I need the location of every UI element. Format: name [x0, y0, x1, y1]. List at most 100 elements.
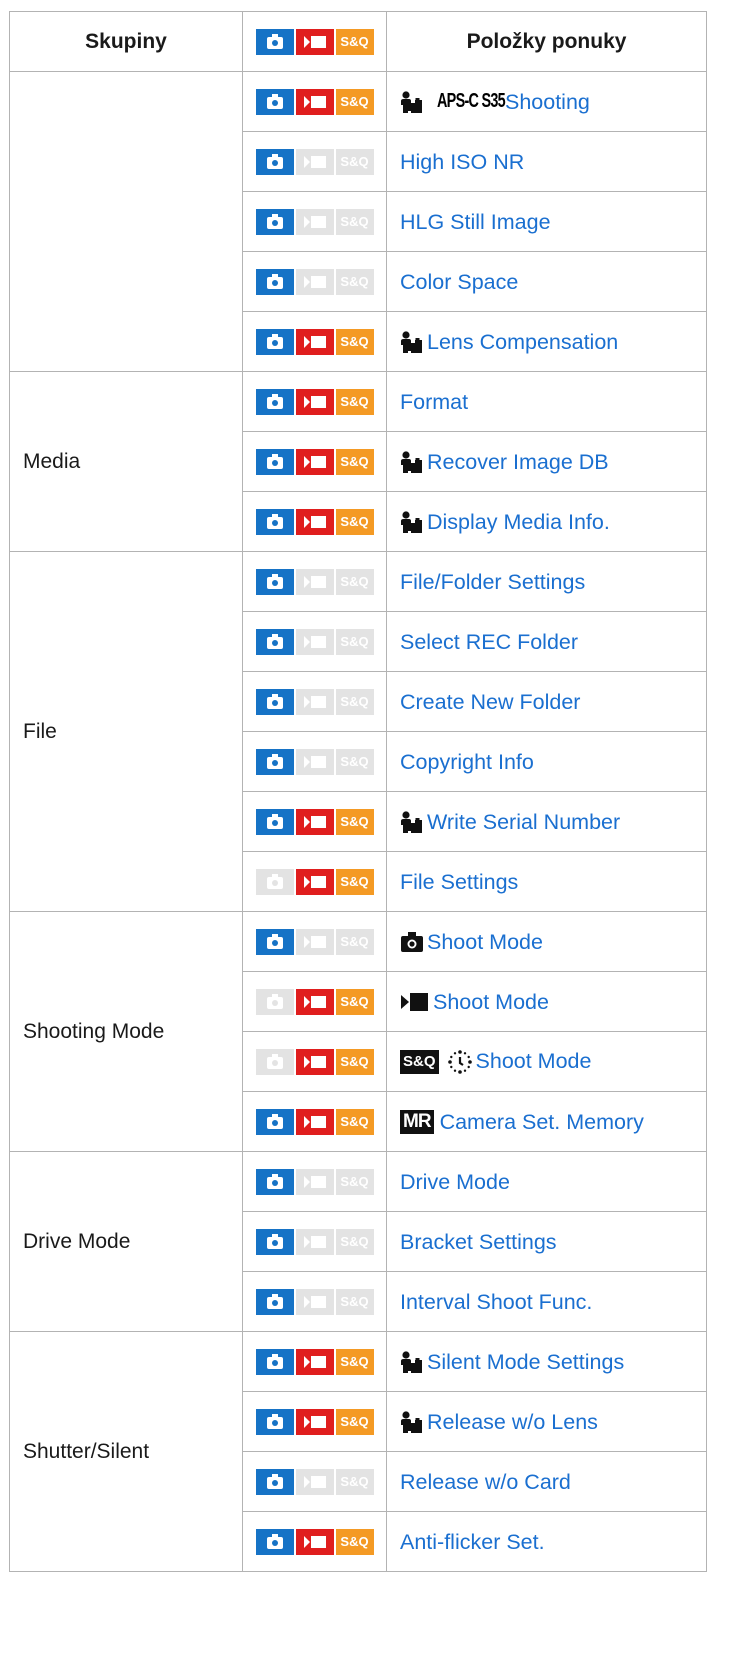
menu-item-link[interactable]: Display Media Info. — [427, 509, 610, 533]
snq-mode-icon: S&Q — [335, 268, 374, 295]
photo-mode-icon — [255, 1288, 294, 1315]
snq-mode-icon: S&Q — [335, 1468, 374, 1495]
menu-item-link[interactable]: Release w/o Card — [400, 1469, 571, 1493]
menu-item-link[interactable]: Write Serial Number — [427, 809, 620, 833]
movie-mode-icon — [295, 628, 334, 655]
menu-table: Skupiny S&Q Položky ponuky S&Q APS-C S35S… — [9, 11, 707, 1572]
movie-icon — [401, 992, 428, 1011]
menu-item-link[interactable]: Shooting — [505, 89, 590, 113]
slow-quick-dial-icon — [447, 1049, 472, 1074]
menu-item-link[interactable]: Bracket Settings — [400, 1229, 557, 1253]
menu-item-link[interactable]: File Settings — [400, 869, 518, 893]
snq-mode-icon: S&Q — [335, 568, 374, 595]
menu-item-link[interactable]: Lens Compensation — [427, 329, 618, 353]
movie-mode-icon — [295, 1348, 334, 1375]
photo-mode-icon — [255, 1528, 294, 1555]
menu-item-link[interactable]: Shoot Mode — [427, 929, 543, 953]
menu-item: Create New Folder — [386, 671, 707, 732]
snq-mode-icon: S&Q — [335, 1228, 374, 1255]
snq-mode-icon: S&Q — [335, 1288, 374, 1315]
movie-mode-icon — [295, 508, 334, 535]
mode-icons: S&Q — [242, 791, 387, 852]
menu-item: Lens Compensation — [386, 311, 707, 372]
snq-mode-icon: S&Q — [335, 88, 374, 115]
photo-mode-icon — [255, 748, 294, 775]
menu-item: File Settings — [386, 851, 707, 912]
menu-item-link[interactable]: Silent Mode Settings — [427, 1349, 624, 1373]
menu-item-link[interactable]: Copyright Info — [400, 749, 534, 773]
snq-mode-icon: S&Q — [335, 1048, 374, 1075]
snq-mode-icon: S&Q — [335, 868, 374, 895]
menu-item: Release w/o Card — [386, 1451, 707, 1512]
movie-mode-icon — [295, 1048, 334, 1075]
group-name: Shutter/Silent — [9, 1331, 243, 1572]
mr-icon: MR — [400, 1109, 434, 1134]
menu-item-link[interactable]: HLG Still Image — [400, 209, 551, 233]
menu-item-link[interactable]: Interval Shoot Func. — [400, 1289, 592, 1313]
photo-mode-icon — [255, 628, 294, 655]
menu-item-link[interactable]: Shoot Mode — [476, 1049, 592, 1073]
menu-item-link[interactable]: Camera Set. Memory — [440, 1109, 644, 1133]
menu-item-link[interactable]: Anti-flicker Set. — [400, 1529, 545, 1553]
menu-item-link[interactable]: Format — [400, 389, 468, 413]
menu-item-link[interactable]: Color Space — [400, 269, 518, 293]
menu-item-link[interactable]: Release w/o Lens — [427, 1409, 598, 1433]
movie-mode-icon — [295, 1528, 334, 1555]
movie-mode-icon — [295, 928, 334, 955]
mode-icons: S&Q — [242, 251, 387, 312]
movie-mode-icon — [295, 28, 334, 55]
mode-icons: S&Q — [242, 1151, 387, 1212]
header-items: Položky ponuky — [386, 11, 707, 72]
menu-item-link[interactable]: Create New Folder — [400, 689, 580, 713]
menu-item-link[interactable]: Recover Image DB — [427, 449, 609, 473]
photo-mode-icon — [255, 1408, 294, 1435]
movie-mode-icon — [295, 88, 334, 115]
movie-mode-icon — [295, 1228, 334, 1255]
photo-mode-icon — [255, 868, 294, 895]
menu-item: Silent Mode Settings — [386, 1331, 707, 1392]
shooting-person-icon — [401, 811, 422, 833]
menu-item-link[interactable]: Drive Mode — [400, 1169, 510, 1193]
snq-mode-icon: S&Q — [335, 1108, 374, 1135]
photo-mode-icon — [255, 148, 294, 175]
menu-item-link[interactable]: File/Folder Settings — [400, 569, 585, 593]
photo-mode-icon — [255, 208, 294, 235]
mode-icons: S&Q — [242, 671, 387, 732]
shooting-person-icon — [401, 1411, 422, 1433]
movie-mode-icon — [295, 388, 334, 415]
menu-item: S&Q Shoot Mode — [386, 1031, 707, 1092]
menu-item: HLG Still Image — [386, 191, 707, 252]
photo-mode-icon — [255, 28, 294, 55]
photo-mode-icon — [255, 568, 294, 595]
photo-mode-icon — [255, 328, 294, 355]
menu-item: File/Folder Settings — [386, 551, 707, 612]
movie-mode-icon — [295, 1168, 334, 1195]
movie-mode-icon — [295, 268, 334, 295]
snq-mode-icon: S&Q — [335, 448, 374, 475]
photo-mode-icon — [255, 1468, 294, 1495]
shooting-person-icon — [401, 511, 422, 533]
mode-icons: S&Q — [242, 191, 387, 252]
movie-mode-icon — [295, 1288, 334, 1315]
snq-mode-icon: S&Q — [335, 388, 374, 415]
menu-item: Display Media Info. — [386, 491, 707, 552]
menu-item: APS-C S35Shooting — [386, 71, 707, 132]
photo-mode-icon — [255, 448, 294, 475]
movie-mode-icon — [295, 748, 334, 775]
shooting-person-icon — [401, 331, 422, 353]
header-row: Skupiny S&Q Položky ponuky — [9, 11, 707, 72]
table-row: S&Q APS-C S35Shooting — [9, 71, 707, 372]
snq-mode-icon: S&Q — [335, 148, 374, 175]
mode-icons: S&Q — [242, 911, 387, 972]
movie-mode-icon — [295, 448, 334, 475]
snq-mode-icon: S&Q — [335, 208, 374, 235]
menu-item-link[interactable]: Shoot Mode — [433, 989, 549, 1013]
photo-mode-icon — [255, 1168, 294, 1195]
mode-icons: S&Q — [242, 311, 387, 372]
snq-mode-icon: S&Q — [335, 1348, 374, 1375]
menu-item-link[interactable]: High ISO NR — [400, 149, 524, 173]
menu-item-link[interactable]: Select REC Folder — [400, 629, 578, 653]
photo-mode-icon — [255, 928, 294, 955]
mode-icons: S&Q — [242, 1331, 387, 1392]
movie-mode-icon — [295, 208, 334, 235]
